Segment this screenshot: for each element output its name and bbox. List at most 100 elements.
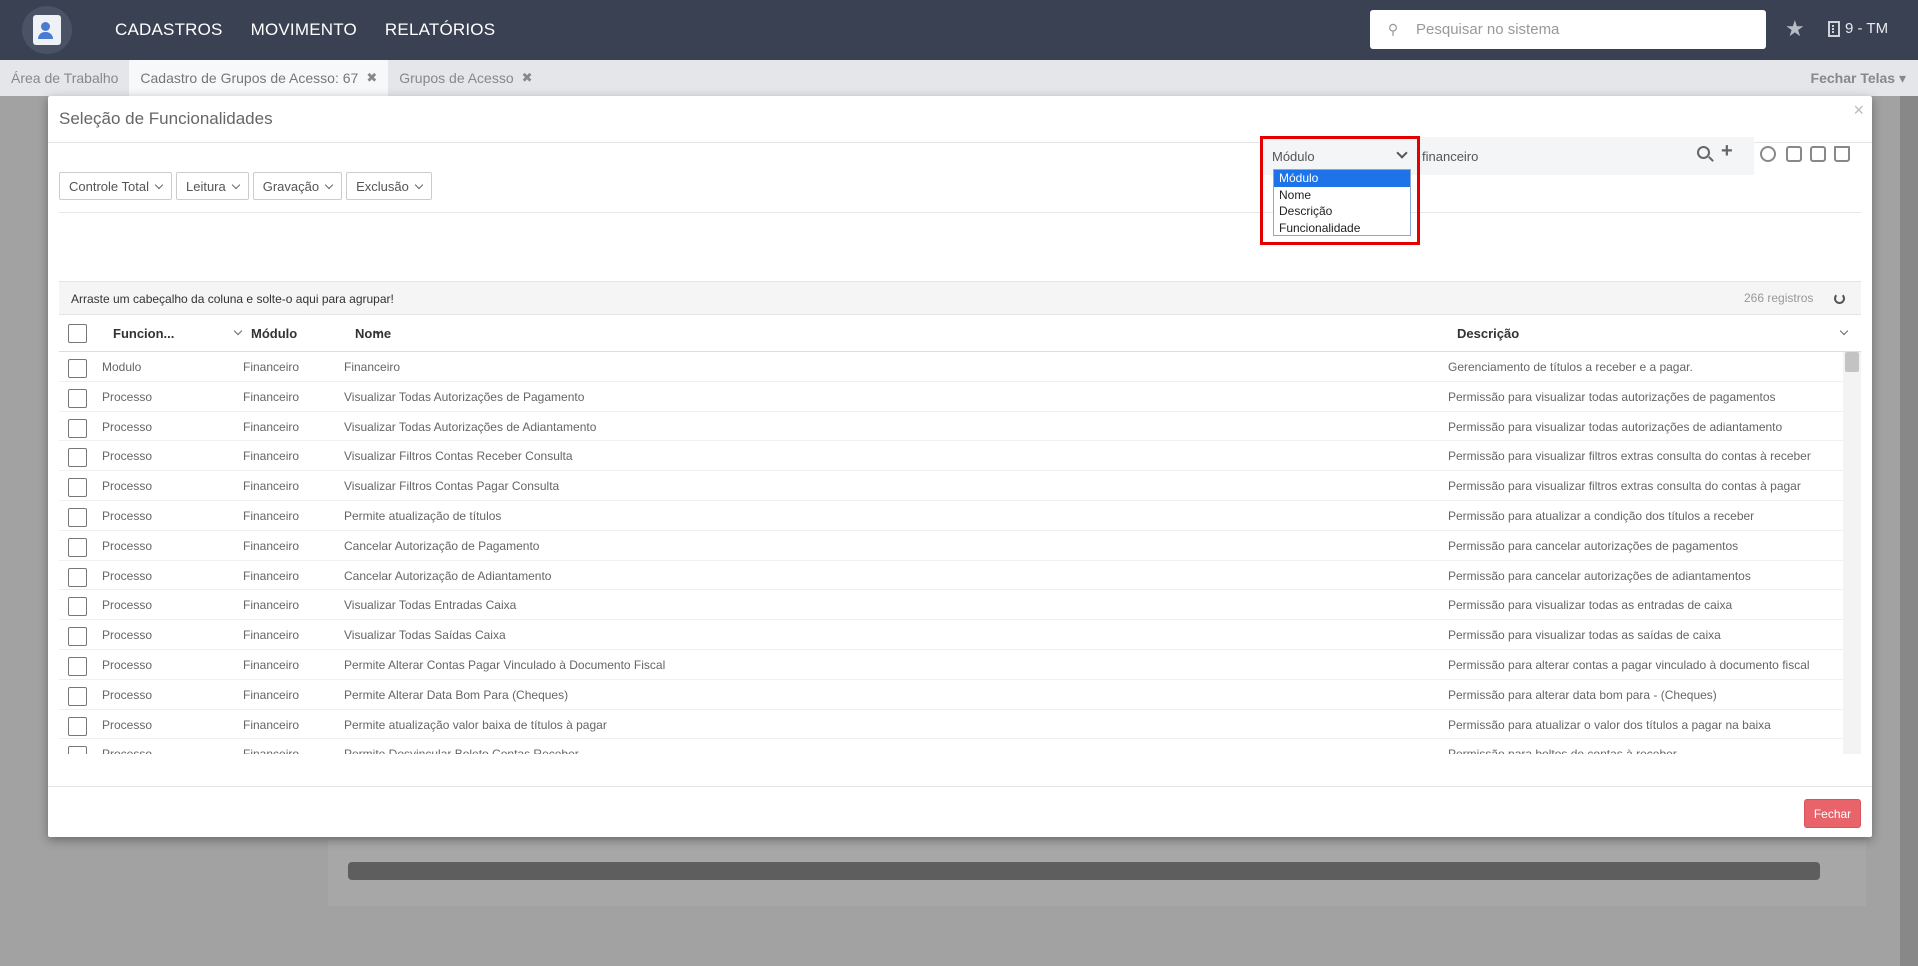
cell-descricao: Permissão para visualizar filtros extras…: [1448, 479, 1801, 494]
table-row[interactable]: Processo Financeiro Visualizar Todas Autor…: [59, 382, 1843, 412]
page-scrollbar[interactable]: [1900, 96, 1918, 966]
fechar-button[interactable]: Fechar: [1804, 799, 1861, 828]
table-row[interactable]: Processo Financeiro Permite Desvincular Bo…: [59, 739, 1843, 754]
close-all-screens[interactable]: Fechar Telas ▾: [1811, 70, 1906, 87]
column-header-funcionalidade[interactable]: Funcion...: [113, 326, 174, 341]
exclusao-button[interactable]: Exclusão: [346, 172, 432, 200]
tab-grupos-de-acesso[interactable]: Grupos de Acesso ✖: [388, 60, 543, 96]
row-checkbox[interactable]: [68, 567, 87, 587]
cell-funcionalidade: Processo: [102, 508, 153, 523]
scroll-thumb[interactable]: [1845, 352, 1859, 372]
cell-descricao: Permissão para cancelar autorizações de …: [1448, 538, 1739, 553]
table-row[interactable]: Processo Financeiro Visualizar Filtros Con…: [59, 441, 1843, 472]
controle-total-button[interactable]: Controle Total: [59, 172, 172, 200]
row-checkbox[interactable]: [68, 359, 87, 378]
table-row[interactable]: Processo Financeiro Cancelar Autorização d…: [59, 561, 1843, 591]
dropdown-option-nome[interactable]: Nome: [1274, 187, 1410, 204]
cell-funcionalidade: Processo: [102, 657, 153, 672]
cell-funcionalidade: Processo: [102, 568, 153, 583]
delete-columns-icon[interactable]: [1786, 146, 1802, 162]
filter-input[interactable]: [1418, 143, 1693, 169]
global-search-input[interactable]: [1416, 21, 1746, 38]
row-checkbox[interactable]: [68, 507, 87, 527]
table-row[interactable]: Modulo Financeiro Financeiro Gerenciamento …: [59, 352, 1843, 382]
app-logo[interactable]: [22, 6, 72, 54]
row-checkbox[interactable]: [68, 448, 87, 468]
close-all-label: Fechar Telas: [1810, 70, 1896, 86]
table-row[interactable]: Processo Financeiro Visualizar Todas Autor…: [59, 412, 1843, 442]
dropdown-option-funcionalidade[interactable]: Funcionalidade: [1274, 220, 1410, 237]
row-checkbox[interactable]: [68, 537, 87, 557]
column-header-nome[interactable]: Nome: [355, 326, 391, 341]
cell-modulo: Financeiro: [243, 479, 300, 494]
close-tab-icon[interactable]: ✖: [522, 70, 533, 86]
leitura-button[interactable]: Leitura: [175, 172, 249, 200]
cell-nome: Visualizar Todas Autorizações de Adianta…: [344, 419, 597, 434]
tab-area-de-trabalho[interactable]: Área de Trabalho: [0, 60, 129, 96]
table-row[interactable]: Processo Financeiro Visualizar Todas Entra…: [59, 590, 1843, 621]
cell-funcionalidade: Processo: [102, 419, 153, 434]
gravacao-button[interactable]: Gravação: [252, 172, 343, 200]
cell-descricao: Permissão para atualizar o valor dos tít…: [1448, 717, 1771, 732]
table-row[interactable]: Processo Financeiro Permite Alterar Contas…: [59, 650, 1843, 680]
cell-modulo: Financeiro: [243, 508, 300, 523]
refresh-icon[interactable]: [1834, 293, 1845, 304]
column-header-descricao[interactable]: Descrição: [1457, 326, 1519, 341]
global-search: ⚲: [1370, 10, 1766, 49]
cell-funcionalidade: Processo: [102, 449, 153, 464]
tab-cadastro-grupos[interactable]: Cadastro de Grupos de Acesso: 67 ✖: [129, 60, 389, 96]
cell-nome: Cancelar Autorização de Adiantamento: [344, 568, 552, 583]
row-checkbox[interactable]: [68, 686, 87, 706]
select-all-checkbox[interactable]: [68, 324, 87, 343]
table-row[interactable]: Processo Financeiro Visualizar Todas Saída…: [59, 620, 1843, 650]
row-checkbox[interactable]: [68, 597, 87, 617]
trash-icon[interactable]: [1834, 146, 1850, 162]
main-menu: CADASTROS MOVIMENTO RELATÓRIOS: [115, 0, 495, 60]
dropdown-option-modulo[interactable]: Módulo: [1274, 170, 1410, 187]
column-header-modulo[interactable]: Módulo: [251, 326, 297, 341]
button-label: Exclusão: [356, 178, 409, 194]
row-checkbox[interactable]: [68, 627, 87, 647]
search-icon: ⚲: [1387, 21, 1399, 37]
group-drop-area[interactable]: Arraste um cabeçalho da coluna e solte-o…: [59, 281, 1861, 315]
row-checkbox[interactable]: [68, 388, 87, 408]
cell-modulo: Financeiro: [243, 449, 300, 464]
cell-modulo: Financeiro: [243, 538, 300, 553]
row-checkbox[interactable]: [68, 478, 87, 498]
menu-movimento[interactable]: MOVIMENTO: [251, 20, 357, 40]
tab-label: Cadastro de Grupos de Acesso: 67: [140, 70, 359, 86]
close-icon[interactable]: ×: [1853, 100, 1864, 121]
table-row[interactable]: Processo Financeiro Permite Alterar Data B…: [59, 680, 1843, 710]
table-row[interactable]: Processo Financeiro Permite atualização de…: [59, 501, 1843, 531]
menu-cadastros[interactable]: CADASTROS: [115, 20, 223, 40]
close-tab-icon[interactable]: ✖: [366, 70, 377, 86]
table-row[interactable]: Processo Financeiro Visualizar Filtros Con…: [59, 471, 1843, 501]
cell-modulo: Financeiro: [243, 389, 300, 404]
row-checkbox[interactable]: [68, 656, 87, 676]
group-hint: Arraste um cabeçalho da coluna e solte-o…: [71, 292, 394, 306]
cell-descricao: Permissão para alterar data bom para - (…: [1448, 687, 1717, 702]
copy-icon[interactable]: [1760, 146, 1776, 162]
favorites-star-icon[interactable]: ★: [1785, 16, 1805, 42]
save-icon[interactable]: [1810, 146, 1826, 162]
chevron-down-icon[interactable]: [233, 326, 243, 336]
chevron-down-icon[interactable]: [1839, 326, 1849, 336]
row-checkbox[interactable]: [68, 418, 87, 438]
cell-modulo: Financeiro: [243, 419, 300, 434]
table-row[interactable]: Processo Financeiro Permite atualização va…: [59, 710, 1843, 740]
cell-modulo: Financeiro: [243, 568, 300, 583]
grid-scrollbar[interactable]: [1843, 352, 1861, 754]
company-selector[interactable]: 9 - TM: [1828, 20, 1888, 37]
table-row[interactable]: Processo Financeiro Cancelar Autorização d…: [59, 531, 1843, 561]
cell-modulo: Financeiro: [243, 717, 300, 732]
add-filter-icon[interactable]: +: [1721, 141, 1733, 161]
record-count: 266 registros: [1744, 291, 1814, 305]
menu-relatorios[interactable]: RELATÓRIOS: [385, 20, 495, 40]
cell-descricao: Permissão para visualizar todas autoriza…: [1448, 389, 1776, 404]
modal-title: Seleção de Funcionalidades: [59, 109, 273, 128]
dropdown-option-descricao[interactable]: Descrição: [1274, 203, 1410, 220]
row-checkbox[interactable]: [68, 716, 87, 736]
search-icon[interactable]: [1697, 146, 1710, 159]
cell-nome: Permite atualização valor baixa de títul…: [344, 717, 607, 732]
row-checkbox[interactable]: [68, 746, 87, 754]
